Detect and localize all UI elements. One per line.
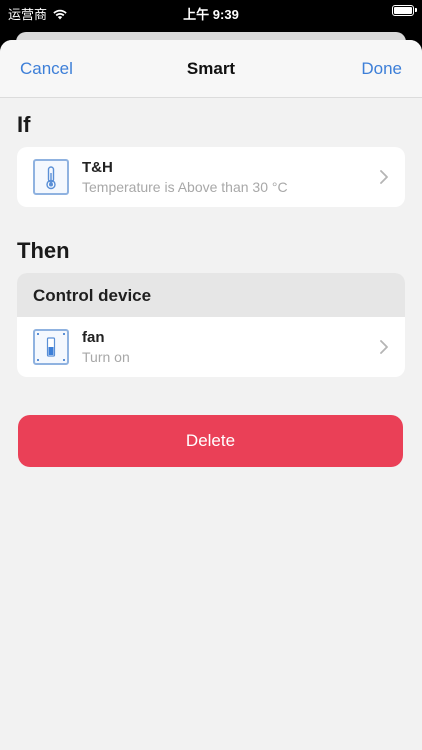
switch-icon bbox=[33, 329, 69, 365]
battery-icon bbox=[392, 5, 417, 16]
chevron-right-icon bbox=[380, 340, 388, 354]
condition-row[interactable]: T&H Temperature is Above than 30 °C bbox=[17, 147, 405, 207]
nav-bar: Cancel Smart Done bbox=[0, 40, 422, 98]
page-title: Smart bbox=[186, 59, 236, 78]
delete-button[interactable]: Delete bbox=[18, 415, 403, 467]
status-bar: 运营商 上午 9:39 bbox=[0, 0, 422, 26]
status-time: 上午 9:39 bbox=[183, 7, 239, 22]
smart-sheet: Cancel Smart Done If T&H Temperature is … bbox=[0, 40, 422, 750]
action-description: Turn on bbox=[82, 349, 130, 365]
then-section-title: Then bbox=[17, 238, 70, 263]
control-device-label: Control device bbox=[33, 286, 152, 305]
control-device-header: Control device bbox=[17, 273, 405, 317]
condition-device-name: T&H bbox=[82, 159, 113, 176]
condition-description: Temperature is Above than 30 °C bbox=[82, 179, 288, 195]
then-card: Control device fan Turn on bbox=[17, 273, 405, 377]
if-card: T&H Temperature is Above than 30 °C bbox=[17, 147, 405, 207]
chevron-right-icon bbox=[380, 170, 388, 184]
thermometer-icon bbox=[33, 159, 69, 195]
if-section-title: If bbox=[17, 112, 31, 137]
action-row[interactable]: fan Turn on bbox=[17, 317, 405, 377]
action-device-name: fan bbox=[82, 329, 105, 346]
done-button[interactable]: Done bbox=[361, 59, 402, 79]
